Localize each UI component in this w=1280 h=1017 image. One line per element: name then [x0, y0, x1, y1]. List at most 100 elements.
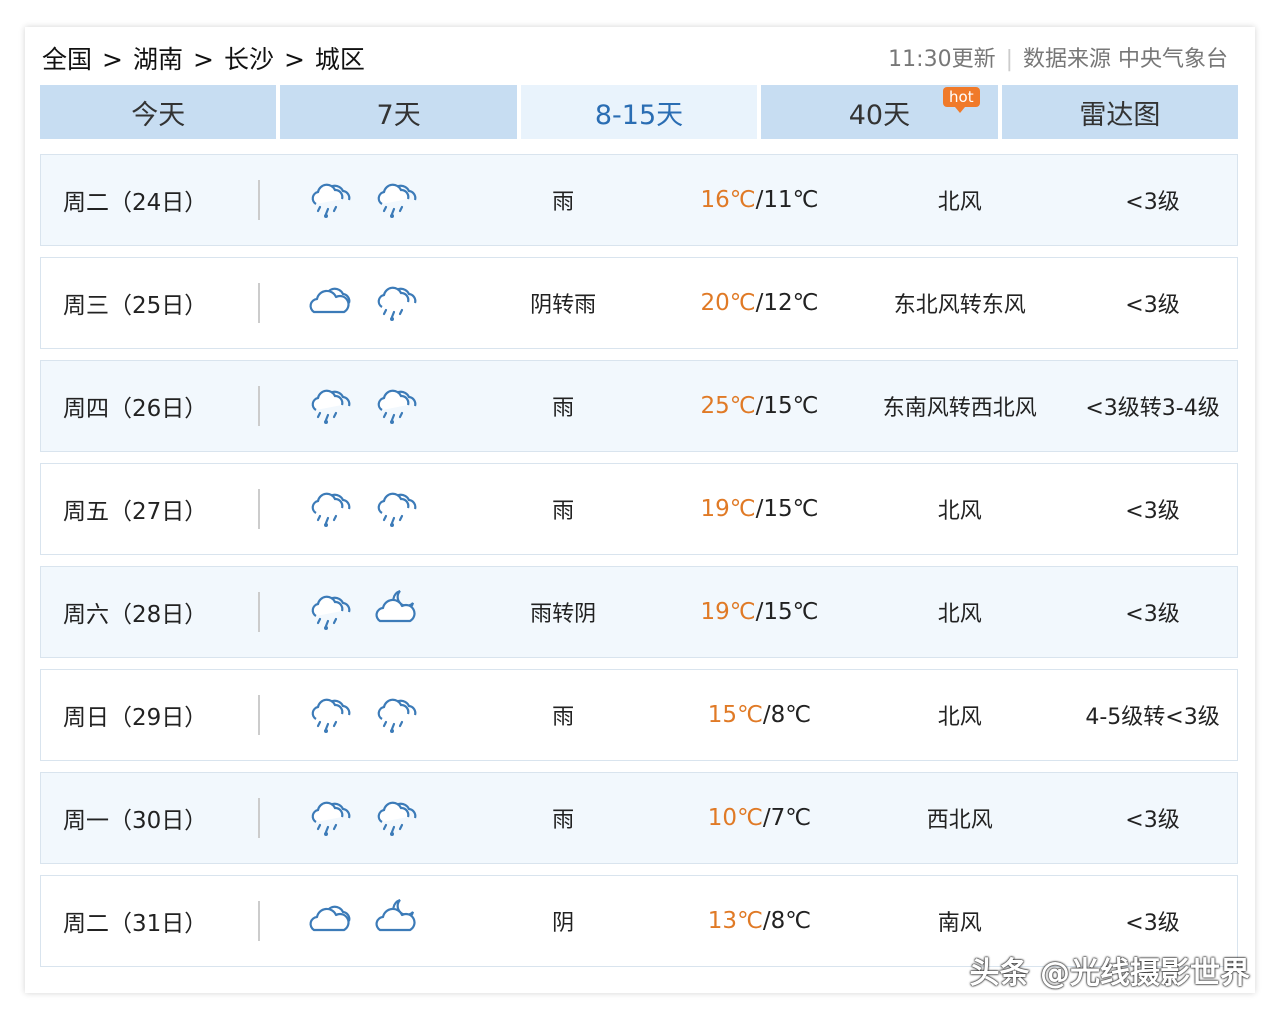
wind-direction: 北风	[937, 499, 982, 524]
high-temp: 25℃	[700, 393, 756, 419]
weather-icons	[260, 276, 459, 330]
low-temp: 15℃	[763, 496, 819, 522]
day-label: 周六（28日）	[63, 602, 208, 628]
breadcrumb-separator: >	[192, 45, 214, 74]
wind-level: <3级	[1125, 499, 1180, 524]
temperature: 25℃/15℃	[668, 393, 852, 419]
temperature: 13℃/8℃	[668, 908, 852, 934]
watermark: 头条 @光线摄影世界	[969, 956, 1250, 991]
breadcrumb-separator: >	[283, 45, 305, 74]
tab-label: 40天	[848, 99, 911, 131]
wind-level: <3级	[1125, 808, 1180, 833]
forecast-row: 周四（26日） 雨 25℃/15℃ 东南风转西北风 <3级转3-4级	[40, 360, 1238, 452]
tab-label: 7天	[376, 99, 421, 131]
update-time: 11:30更新	[888, 47, 996, 72]
weather-icons	[260, 482, 459, 536]
high-temp: 16℃	[700, 187, 756, 213]
condition: 雨转阴	[530, 602, 597, 627]
tab-label: 雷达图	[1079, 99, 1161, 131]
rain-cloud-icon	[306, 379, 358, 433]
breadcrumb-separator: >	[102, 45, 123, 74]
rain-cloud-icon	[306, 585, 358, 639]
high-temp: 19℃	[700, 599, 756, 625]
condition: 雨	[552, 499, 575, 524]
weather-icons	[260, 791, 459, 845]
tab-today[interactable]: 今天	[40, 85, 277, 139]
cloudy-icon	[306, 276, 358, 330]
day-label: 周日（29日）	[63, 705, 208, 731]
tab-radar[interactable]: 雷达图	[1001, 85, 1239, 139]
wind-level: <3级	[1125, 911, 1180, 936]
high-temp: 15℃	[707, 702, 763, 728]
day-label: 周一（30日）	[63, 808, 208, 834]
temperature: 16℃/11℃	[668, 187, 852, 213]
tab-label: 今天	[131, 99, 186, 131]
condition: 阴转雨	[530, 293, 597, 318]
wind-direction: 北风	[937, 602, 982, 627]
wind-level: <3级转3-4级	[1085, 396, 1220, 421]
temperature: 19℃/15℃	[668, 496, 852, 522]
moon-cloud-icon	[372, 585, 424, 639]
forecast-tabs: 今天 7天 8-15天 40天 hot 雷达图	[40, 85, 1239, 139]
rain-cloud-icon	[372, 379, 424, 433]
tab-40-days[interactable]: 40天 hot	[761, 85, 998, 139]
low-temp: 15℃	[763, 599, 819, 625]
breadcrumb-city[interactable]: 长沙	[224, 42, 274, 78]
high-temp: 13℃	[707, 908, 763, 934]
low-temp: 11℃	[763, 187, 819, 213]
high-temp: 10℃	[707, 805, 763, 831]
data-source-info: 11:30更新 | 数据来源 中央气象台	[888, 42, 1228, 78]
hot-badge: hot	[943, 87, 980, 113]
condition: 阴	[552, 911, 575, 936]
rain-cloud-icon	[306, 173, 358, 227]
day-label: 周三（25日）	[63, 293, 208, 319]
wind-direction: 北风	[937, 705, 982, 730]
wind-direction: 西北风	[926, 808, 993, 833]
low-temp: 12℃	[763, 290, 819, 316]
weather-icons	[260, 379, 459, 433]
condition: 雨	[552, 808, 575, 833]
rain-cloud-icon	[372, 688, 424, 742]
temperature: 19℃/15℃	[668, 599, 852, 625]
breadcrumb: 全国 > 湖南 > 长沙 > 城区	[42, 42, 365, 78]
low-temp: 15℃	[763, 393, 819, 419]
temperature: 15℃/8℃	[668, 702, 852, 728]
rain-cloud-icon	[306, 482, 358, 536]
low-temp: 7℃	[770, 805, 812, 831]
breadcrumb-district: 城区	[314, 45, 365, 74]
low-temp: 8℃	[770, 908, 812, 934]
condition: 雨	[552, 396, 575, 421]
day-label: 周二（31日）	[63, 911, 208, 937]
tab-8-15-days[interactable]: 8-15天	[520, 85, 758, 139]
wind-level: <3级	[1125, 293, 1180, 318]
weather-icons	[260, 585, 459, 639]
day-label: 周四（26日）	[63, 396, 208, 422]
tab-label: 8-15天	[594, 99, 684, 131]
rain-cloud-icon	[372, 791, 424, 845]
wind-level: 4-5级转<3级	[1085, 705, 1220, 730]
rain-cloud-icon	[372, 276, 424, 330]
rain-cloud-icon	[306, 688, 358, 742]
rain-cloud-icon	[372, 173, 424, 227]
tab-7-days[interactable]: 7天	[280, 85, 517, 139]
temp-slash: /	[762, 908, 771, 934]
temperature: 10℃/7℃	[668, 805, 852, 831]
condition: 雨	[552, 705, 575, 730]
temp-slash: /	[762, 702, 771, 728]
moon-cloud-icon	[372, 894, 424, 948]
wind-direction: 东南风转西北风	[882, 396, 1037, 421]
breadcrumb-country[interactable]: 全国	[42, 42, 92, 78]
breadcrumb-province[interactable]: 湖南	[133, 42, 183, 78]
data-source: 数据来源 中央气象台	[1023, 47, 1228, 72]
forecast-row: 周五（27日） 雨 19℃/15℃ 北风 <3级	[40, 463, 1238, 555]
forecast-row: 周一（30日） 雨 10℃/7℃ 西北风 <3级	[40, 772, 1238, 864]
cloudy-icon	[306, 894, 358, 948]
wind-direction: 北风	[937, 190, 982, 215]
forecast-row: 周六（28日） 雨转阴 19℃/15℃ 北风 <3级	[40, 566, 1238, 658]
condition: 雨	[552, 190, 575, 215]
temperature: 20℃/12℃	[668, 290, 852, 316]
low-temp: 8℃	[770, 702, 812, 728]
temp-slash: /	[762, 805, 771, 831]
high-temp: 19℃	[700, 496, 756, 522]
day-label: 周二（24日）	[63, 190, 208, 216]
